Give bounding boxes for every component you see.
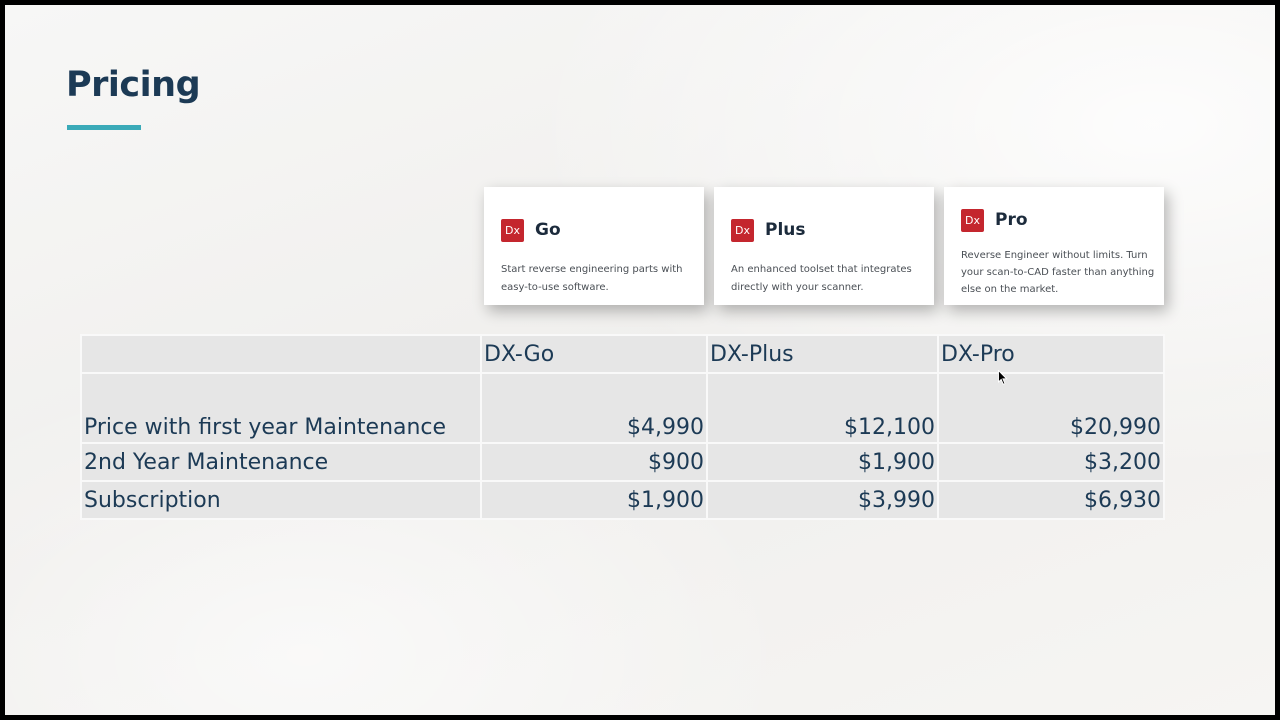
table-row: 2nd Year Maintenance $900 $1,900 $3,200 [80, 442, 1165, 482]
price-cell: $1,900 [480, 480, 708, 520]
price-cell: $1,900 [706, 442, 939, 482]
price-cell: $3,990 [706, 480, 939, 520]
product-name: Plus [765, 220, 806, 240]
price-cell: $12,100 [706, 372, 939, 444]
product-card-pro: Dx Pro Reverse Engineer without limits. … [944, 187, 1164, 305]
slide: Pricing Dx Go Start reverse engineering … [5, 5, 1275, 715]
product-card-go: Dx Go Start reverse engineering parts wi… [484, 187, 704, 305]
price-cell: $6,930 [937, 480, 1165, 520]
product-description: Start reverse engineering parts with eas… [501, 264, 683, 293]
price-cell: $900 [480, 442, 708, 482]
product-description: Reverse Engineer without limits. Turn yo… [961, 250, 1155, 295]
dx-logo-icon: Dx [501, 219, 524, 242]
dx-logo-icon: Dx [961, 209, 984, 232]
dx-logo-icon: Dx [731, 219, 754, 242]
page-title: Pricing [66, 65, 201, 105]
header-cell-dx-go: DX-Go [480, 334, 708, 374]
header-cell-dx-pro: DX-Pro [937, 334, 1165, 374]
header-cell-dx-plus: DX-Plus [706, 334, 939, 374]
table-header-row: DX-Go DX-Plus DX-Pro [80, 334, 1165, 374]
row-label: 2nd Year Maintenance [80, 442, 482, 482]
header-cell-empty [80, 334, 482, 374]
row-label: Subscription [80, 480, 482, 520]
product-description: An enhanced toolset that integrates dire… [731, 264, 912, 293]
product-card-plus: Dx Plus An enhanced toolset that integra… [714, 187, 934, 305]
price-cell: $4,990 [480, 372, 708, 444]
table-row: Subscription $1,900 $3,990 $6,930 [80, 480, 1165, 520]
pricing-table: DX-Go DX-Plus DX-Pro Price with first ye… [80, 334, 1165, 520]
row-label: Price with first year Maintenance [80, 372, 482, 444]
product-name: Go [535, 220, 561, 240]
product-name: Pro [995, 210, 1028, 230]
price-cell: $3,200 [937, 442, 1165, 482]
title-underline [67, 125, 141, 130]
price-cell: $20,990 [937, 372, 1165, 444]
